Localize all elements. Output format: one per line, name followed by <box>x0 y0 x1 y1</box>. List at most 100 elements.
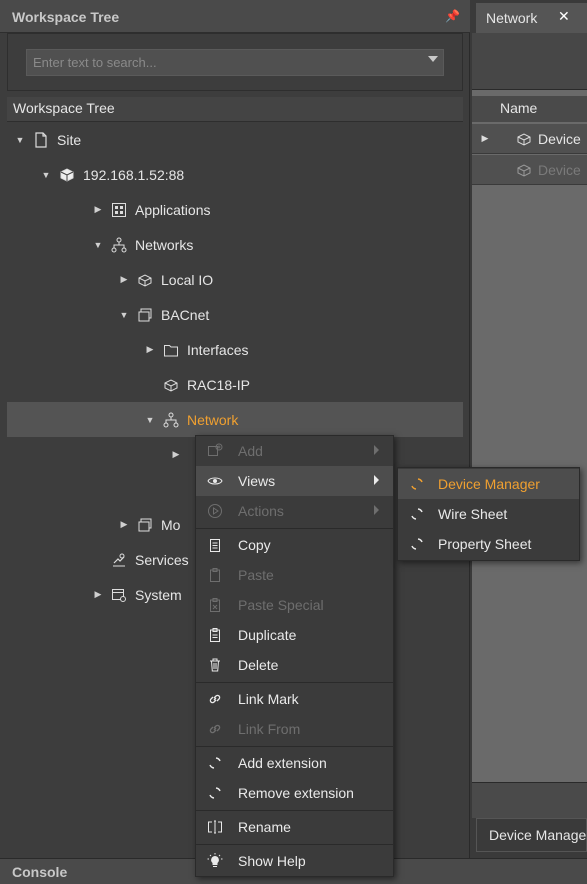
menu-item-actions[interactable]: Actions <box>196 496 393 526</box>
tree-item-label: Mo <box>161 516 181 533</box>
menu-item-label: Add extension <box>238 755 327 771</box>
chevron-right-icon[interactable]: ▶ <box>117 274 131 285</box>
trash-icon <box>204 655 226 675</box>
copy-icon <box>204 535 226 555</box>
folder-icon <box>161 341 181 359</box>
menu-item-label: Link Mark <box>238 691 299 707</box>
tree-item-label: Site <box>57 131 82 148</box>
menu-item-link-from[interactable]: Link From <box>196 714 393 744</box>
grid-column-header-name[interactable]: Name <box>472 96 587 122</box>
chevron-right-icon[interactable]: ▶ <box>91 204 105 215</box>
tab-network[interactable]: Network <box>476 3 587 33</box>
tree-item-server[interactable]: ▼ 192.168.1.52:88 <box>7 157 463 192</box>
applications-icon <box>109 201 129 219</box>
loader-icon <box>406 506 428 522</box>
menu-item-label: Rename <box>238 819 291 835</box>
search-input[interactable]: Enter text to search... <box>26 49 444 76</box>
menu-item-remove-extension[interactable]: Remove extension <box>196 778 393 808</box>
tree-item-label: Interfaces <box>187 341 249 358</box>
tree-item-label: Local IO <box>161 271 214 288</box>
chevron-right-icon[interactable]: ▶ <box>143 344 157 355</box>
tab-device-manager[interactable]: Device Manage <box>476 818 587 852</box>
table-row[interactable]: Device <box>472 155 587 185</box>
menu-item-views[interactable]: Views <box>196 466 393 496</box>
tree-item-bacnet[interactable]: ▼ BACnet <box>7 297 463 332</box>
tree-item-label: Applications <box>135 201 211 218</box>
file-icon <box>31 131 51 149</box>
tree-item-local-io[interactable]: ▶ Local IO <box>7 262 463 297</box>
tree-item-label: 192.168.1.52:88 <box>83 166 185 183</box>
server-icon <box>57 166 77 184</box>
device-icon <box>516 162 538 178</box>
device-icon <box>135 271 155 289</box>
menu-item-add-extension[interactable]: Add extension <box>196 748 393 778</box>
menu-separator <box>196 746 393 747</box>
pin-icon[interactable]: 📌 <box>445 9 460 23</box>
tree-item-rac18-ip[interactable]: RAC18-IP <box>7 367 463 402</box>
views-submenu: Device Manager Wire Sheet Property Sheet <box>397 467 580 561</box>
network-icon <box>161 411 181 429</box>
menu-item-wire-sheet[interactable]: Wire Sheet <box>398 499 579 529</box>
menu-item-label: Actions <box>238 503 284 519</box>
chevron-down-icon[interactable]: ▼ <box>117 310 131 320</box>
menu-item-rename[interactable]: Rename <box>196 812 393 842</box>
tree-item-applications[interactable]: ▶ Applications <box>7 192 463 227</box>
tree-item-label: Services <box>135 551 189 568</box>
tree-item-label: RAC18-IP <box>187 376 251 393</box>
tree-item-interfaces[interactable]: ▶ Interfaces <box>7 332 463 367</box>
chevron-right-icon[interactable]: ▶ <box>117 519 131 530</box>
workspace-tree-panel-title: Workspace Tree <box>0 0 470 33</box>
chevron-right-icon <box>374 505 379 515</box>
menu-separator <box>196 528 393 529</box>
menu-item-delete[interactable]: Delete <box>196 650 393 680</box>
device-grid <box>472 90 587 782</box>
duplicate-icon <box>204 625 226 645</box>
context-menu: Add Views Actions Copy Paste Paste Speci… <box>195 435 394 877</box>
device-icon <box>161 376 181 394</box>
menu-separator <box>196 810 393 811</box>
menu-item-paste-special[interactable]: Paste Special <box>196 590 393 620</box>
menu-item-label: Device Manager <box>438 476 540 492</box>
tree-item-label: Network <box>187 411 239 428</box>
loader-icon <box>406 536 428 552</box>
tree-item-networks[interactable]: ▼ Networks <box>7 227 463 262</box>
menu-item-device-manager[interactable]: Device Manager <box>398 469 579 499</box>
chevron-down-icon[interactable]: ▼ <box>91 240 105 250</box>
add-icon <box>204 441 226 461</box>
menu-item-label: Views <box>238 473 276 489</box>
paste-icon <box>204 565 226 585</box>
lightbulb-icon <box>204 851 226 871</box>
menu-item-label: Link From <box>238 721 301 737</box>
loader-icon <box>204 753 226 773</box>
chevron-down-icon[interactable]: ▼ <box>143 415 157 425</box>
table-row[interactable]: ▶ Device <box>472 124 587 154</box>
chevron-right-icon[interactable]: ▶ <box>91 589 105 600</box>
menu-item-property-sheet[interactable]: Property Sheet <box>398 529 579 559</box>
tree-item-site[interactable]: ▼ Site <box>7 122 463 157</box>
menu-item-paste[interactable]: Paste <box>196 560 393 590</box>
tree-item-network[interactable]: ▼ Network <box>7 402 463 437</box>
menu-item-link-mark[interactable]: Link Mark <box>196 684 393 714</box>
play-icon <box>204 501 226 521</box>
menu-item-label: Show Help <box>238 853 306 869</box>
tree-item-label: System <box>135 586 182 603</box>
chevron-right-icon[interactable]: ▶ <box>169 449 183 460</box>
paste-special-icon <box>204 595 226 615</box>
chevron-down-icon[interactable]: ▼ <box>13 135 27 145</box>
menu-item-copy[interactable]: Copy <box>196 530 393 560</box>
editor-toolbar <box>472 33 587 90</box>
menu-item-label: Duplicate <box>238 627 297 643</box>
menu-item-label: Property Sheet <box>438 536 532 552</box>
tree-column-header: Workspace Tree <box>7 97 463 122</box>
close-icon[interactable]: ✕ <box>558 8 570 25</box>
chevron-right-icon[interactable]: ▶ <box>472 133 498 144</box>
chevron-down-icon[interactable] <box>428 56 438 62</box>
menu-item-label: Paste <box>238 567 274 583</box>
loader-icon <box>406 476 428 492</box>
menu-item-show-help[interactable]: Show Help <box>196 846 393 876</box>
menu-item-add[interactable]: Add <box>196 436 393 466</box>
menu-item-label: Delete <box>238 657 279 673</box>
chevron-down-icon[interactable]: ▼ <box>39 170 53 180</box>
menu-item-duplicate[interactable]: Duplicate <box>196 620 393 650</box>
menu-item-label: Wire Sheet <box>438 506 508 522</box>
